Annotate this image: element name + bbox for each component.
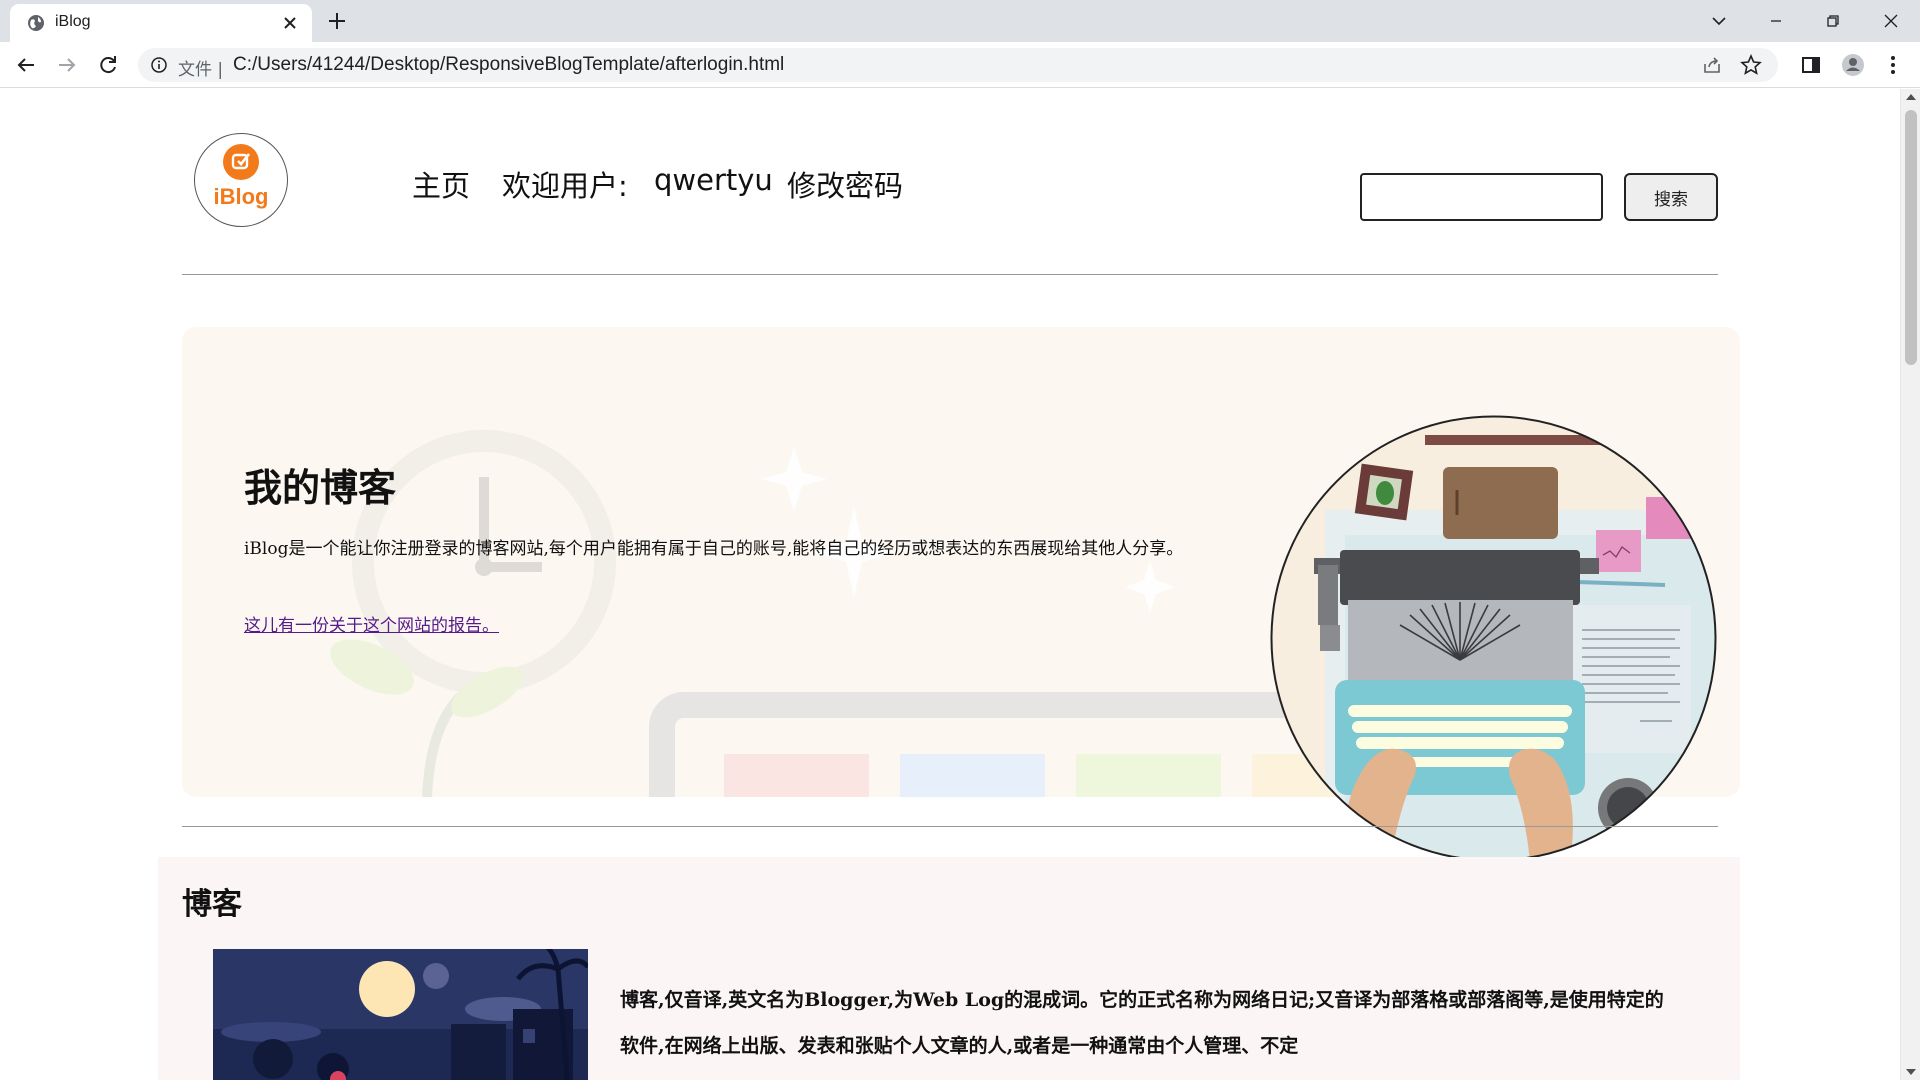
scrollbar-thumb[interactable] (1905, 110, 1917, 365)
site-logo[interactable]: iBlog (194, 133, 288, 227)
typewriter-illustration (1270, 415, 1717, 862)
forward-arrow-icon[interactable] (53, 51, 81, 79)
hero-title: 我的博客 (244, 465, 397, 510)
tab-title: iBlog (55, 13, 91, 30)
url-text[interactable]: C:/Users/41244/Desktop/ResponsiveBlogTem… (233, 54, 784, 76)
info-icon[interactable] (150, 56, 168, 74)
scroll-up-arrow-icon[interactable] (1906, 94, 1916, 100)
file-scheme-chip: 文件 | (178, 60, 224, 80)
bookmark-star-icon[interactable] (1740, 54, 1762, 76)
minimize-icon[interactable] (1763, 8, 1789, 34)
header-divider (182, 274, 1718, 275)
close-window-icon[interactable] (1878, 8, 1904, 34)
browser-toolbar: 文件 | C:/Users/41244/Desktop/ResponsiveBl… (0, 42, 1920, 88)
nav-change-password-link[interactable]: 修改密码 (787, 163, 903, 205)
reload-icon[interactable] (94, 51, 122, 79)
more-menu-icon[interactable] (1879, 51, 1907, 79)
nav-home-link[interactable]: 主页 (412, 163, 470, 205)
edit-badge-icon (223, 144, 259, 180)
blog-section: 博客 博客,仅音译,英文名为Blogger,为Web Log的混成词。它的正式名… (158, 857, 1740, 1080)
side-panel-icon[interactable] (1797, 51, 1825, 79)
address-bar[interactable]: 文件 | C:/Users/41244/Desktop/ResponsiveBl… (138, 48, 1778, 82)
search-button[interactable]: 搜索 (1624, 173, 1718, 221)
browser-tab[interactable]: iBlog (10, 4, 312, 42)
nav-welcome-label: 欢迎用户: (502, 169, 628, 203)
back-arrow-icon[interactable] (12, 51, 40, 79)
report-link[interactable]: 这儿有一份关于这个网站的报告。 (244, 611, 499, 636)
tab-search-chevron-icon[interactable] (1706, 8, 1732, 34)
globe-icon (28, 15, 44, 31)
page-scrollbar[interactable] (1900, 89, 1920, 1080)
close-tab-icon[interactable] (278, 11, 302, 35)
logo-text: iBlog (213, 184, 269, 209)
scroll-down-arrow-icon[interactable] (1906, 1069, 1916, 1075)
search-input[interactable] (1360, 173, 1603, 221)
blog-heading: 博客 (182, 887, 242, 922)
hero-description: iBlog是一个能让你注册登录的博客网站,每个用户能拥有属于自己的账号,能将自己… (244, 539, 1184, 559)
new-tab-icon[interactable] (325, 9, 349, 33)
share-icon[interactable] (1702, 55, 1722, 75)
nav-username-link[interactable]: qwertyu (654, 163, 773, 197)
restore-icon[interactable] (1820, 8, 1846, 34)
hero-divider (182, 826, 1718, 827)
browser-tab-strip: iBlog (0, 0, 1920, 42)
blog-intro-text: 博客,仅音译,英文名为Blogger,为Web Log的混成词。它的正式名称为网… (620, 989, 1664, 1057)
blog-night-scene-image (213, 949, 588, 1080)
profile-avatar-icon[interactable] (1839, 51, 1867, 79)
page-viewport: iBlog 主页 欢迎用户: qwertyu 修改密码 搜索 我的博客 iBlo… (0, 89, 1920, 1080)
